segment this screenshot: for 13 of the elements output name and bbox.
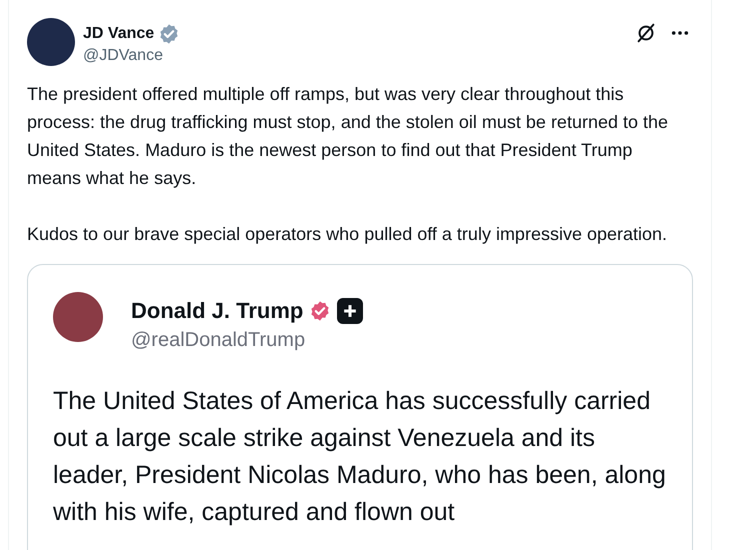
plus-icon (337, 298, 364, 324)
avatar[interactable] (27, 18, 75, 66)
author-handle[interactable]: @realDonaldTrump (131, 327, 364, 353)
quoted-post-card[interactable] (27, 264, 693, 550)
author-name[interactable]: Donald J. Trump (131, 294, 304, 327)
more-icon[interactable] (671, 30, 689, 36)
quoted-post-text: The United States of America has successfully carried out a large scale strike against Venezuela and its leader, President Nicolas Maduro, who has been, along with his wife, captured and flown out (53, 386, 667, 528)
post-text: The president offered multiple off ramps, but was very clear throughout this process: the drug trafficking must stop, and the stolen oil must be returned to the United States. Maduro is the newest person to find out that President Trump means what he says. (27, 83, 670, 190)
author-name[interactable]: JD Vance (83, 22, 154, 46)
post-text: Kudos to our brave special operators who pulled off a truly impressive operation. (27, 223, 668, 246)
author-handle[interactable]: @JDVance (83, 46, 180, 66)
avatar[interactable] (53, 292, 103, 342)
slashed-circle-icon[interactable] (635, 22, 657, 44)
